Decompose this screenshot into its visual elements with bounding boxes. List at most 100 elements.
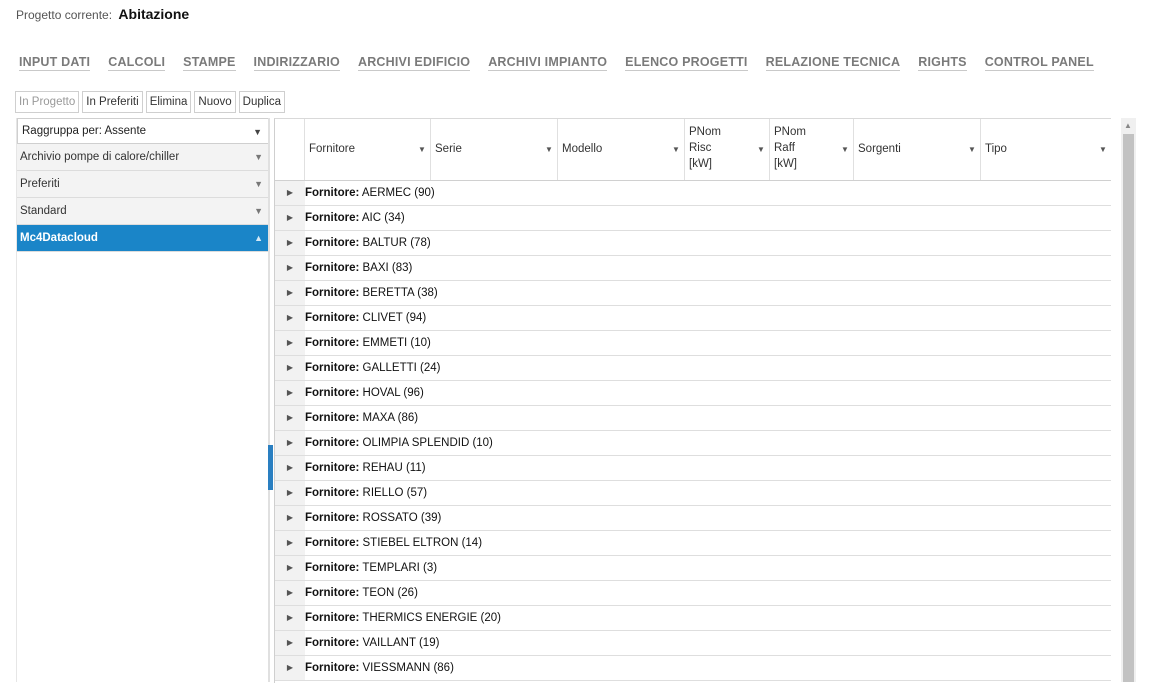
col-fornitore[interactable]: Fornitore ▼ [305,119,431,180]
col-modello[interactable]: Modello ▼ [558,119,685,180]
group-row[interactable]: ▶ Fornitore: VAILLANT (19) [275,631,1111,656]
filter-dropdown-icon[interactable]: ▼ [1095,119,1111,180]
action-toolbar: In Progetto In Preferiti Elimina Nuovo D… [15,91,286,113]
menu-archivi-impianto[interactable]: ARCHIVI IMPIANTO [488,55,608,71]
col-sorgenti[interactable]: Sorgenti ▼ [854,119,981,180]
expand-arrow-icon[interactable]: ▶ [275,531,305,555]
group-row[interactable]: ▶ Fornitore: OLIMPIA SPLENDID (10) [275,431,1111,456]
scroll-up-icon[interactable]: ▲ [1124,121,1132,130]
group-row-label: Fornitore: TEON (26) [305,587,418,599]
col-sorgenti-label: Sorgenti [858,143,901,155]
filter-dropdown-icon[interactable]: ▼ [541,119,557,180]
group-row[interactable]: ▶ Fornitore: BALTUR (78) [275,231,1111,256]
filter-dropdown-icon[interactable]: ▼ [837,119,853,180]
group-row[interactable]: ▶ Fornitore: BAXI (83) [275,256,1111,281]
group-row-label: Fornitore: EMMETI (10) [305,337,431,349]
catalog-grid: Fornitore ▼ Serie ▼ Modello ▼ PNom Risc [k… [274,118,1111,683]
expand-arrow-icon[interactable]: ▶ [275,181,305,205]
group-row[interactable]: ▶ Fornitore: STIEBEL ELTRON (14) [275,531,1111,556]
nuovo-button[interactable]: Nuovo [194,91,236,113]
splitter-handle[interactable] [268,445,273,490]
group-row[interactable]: ▶ Fornitore: BERETTA (38) [275,281,1111,306]
accordion-item-standard[interactable]: Standard ▼ [17,198,269,225]
expand-arrow-icon[interactable]: ▶ [275,631,305,655]
col-tipo-label: Tipo [985,143,1007,155]
menu-input-dati[interactable]: INPUT DATI [19,55,91,71]
vertical-scrollbar[interactable]: ▲ [1121,118,1136,682]
col-modello-label: Modello [562,143,603,155]
expand-column-header [275,119,305,180]
chevron-down-icon: ▼ [254,179,263,189]
group-row[interactable]: ▶ Fornitore: HOVAL (96) [275,381,1111,406]
expand-arrow-icon[interactable]: ▶ [275,581,305,605]
chevron-down-icon: ▼ [253,127,262,137]
menu-stampe[interactable]: STAMPE [183,55,236,71]
group-row-label: Fornitore: BAXI (83) [305,262,413,274]
current-project: Progetto corrente: Abitazione [16,6,189,22]
group-row[interactable]: ▶ Fornitore: GALLETTI (24) [275,356,1111,381]
col-pnom-risc[interactable]: PNom Risc [kW] ▼ [685,119,770,180]
group-row[interactable]: ▶ Fornitore: CLIVET (94) [275,306,1111,331]
in-preferiti-button[interactable]: In Preferiti [82,91,143,113]
filter-dropdown-icon[interactable]: ▼ [964,119,980,180]
group-row[interactable]: ▶ Fornitore: REHAU (11) [275,456,1111,481]
group-row[interactable]: ▶ Fornitore: VIESSMANN (86) [275,656,1111,681]
accordion-item-label: Mc4Datacloud [20,232,98,244]
expand-arrow-icon[interactable]: ▶ [275,556,305,580]
group-row[interactable]: ▶ Fornitore: AIC (34) [275,206,1111,231]
accordion-item-preferiti[interactable]: Preferiti ▼ [17,171,269,198]
accordion-item-archivio[interactable]: Archivio pompe di calore/chiller ▼ [17,144,269,171]
expand-arrow-icon[interactable]: ▶ [275,406,305,430]
grid-body: ▶ Fornitore: AERMEC (90) ▶ Fornitore: AIC (… [275,181,1111,681]
archive-panel: Raggruppa per: Assente ▼ Archivio pompe … [16,118,269,682]
menu-control-panel[interactable]: CONTROL PANEL [984,55,1094,71]
group-by-value: Raggruppa per: Assente [22,125,147,137]
group-row[interactable]: ▶ Fornitore: TEON (26) [275,581,1111,606]
accordion-item-mc4datacloud[interactable]: Mc4Datacloud ▲ [17,225,269,252]
group-row[interactable]: ▶ Fornitore: MAXA (86) [275,406,1111,431]
filter-dropdown-icon[interactable]: ▼ [753,119,769,180]
menu-indirizzario[interactable]: INDIRIZZARIO [253,55,340,71]
group-row[interactable]: ▶ Fornitore: ROSSATO (39) [275,506,1111,531]
scrollbar-thumb[interactable] [1123,134,1134,682]
menu-elenco-progetti[interactable]: ELENCO PROGETTI [625,55,748,71]
expand-arrow-icon[interactable]: ▶ [275,356,305,380]
filter-dropdown-icon[interactable]: ▼ [414,119,430,180]
menu-archivi-edificio[interactable]: ARCHIVI EDIFICIO [357,55,471,71]
group-row[interactable]: ▶ Fornitore: TEMPLARI (3) [275,556,1111,581]
expand-arrow-icon[interactable]: ▶ [275,331,305,355]
group-row[interactable]: ▶ Fornitore: RIELLO (57) [275,481,1111,506]
group-row-label: Fornitore: BALTUR (78) [305,237,431,249]
group-row[interactable]: ▶ Fornitore: EMMETI (10) [275,331,1111,356]
expand-arrow-icon[interactable]: ▶ [275,256,305,280]
col-tipo[interactable]: Tipo ▼ [981,119,1111,180]
panel-splitter[interactable] [268,118,270,682]
accordion-item-label: Archivio pompe di calore/chiller [20,151,180,163]
group-by-select[interactable]: Raggruppa per: Assente ▼ [17,118,269,144]
expand-arrow-icon[interactable]: ▶ [275,281,305,305]
group-row-label: Fornitore: REHAU (11) [305,462,426,474]
expand-arrow-icon[interactable]: ▶ [275,231,305,255]
duplica-button[interactable]: Duplica [238,91,286,113]
col-pnom-raff[interactable]: PNom Raff [kW] ▼ [770,119,854,180]
expand-arrow-icon[interactable]: ▶ [275,606,305,630]
expand-arrow-icon[interactable]: ▶ [275,306,305,330]
group-row[interactable]: ▶ Fornitore: AERMEC (90) [275,181,1111,206]
menu-calcoli[interactable]: CALCOLI [108,55,166,71]
elimina-button[interactable]: Elimina [145,91,192,113]
expand-arrow-icon[interactable]: ▶ [275,206,305,230]
group-row-label: Fornitore: STIEBEL ELTRON (14) [305,537,483,549]
main-menu: INPUT DATI CALCOLI STAMPE INDIRIZZARIO A… [19,55,1094,71]
group-row[interactable]: ▶ Fornitore: THERMICS ENERGIE (20) [275,606,1111,631]
expand-arrow-icon[interactable]: ▶ [275,481,305,505]
filter-dropdown-icon[interactable]: ▼ [668,119,684,180]
menu-rights[interactable]: RIGHTS [918,55,967,71]
col-serie[interactable]: Serie ▼ [431,119,558,180]
expand-arrow-icon[interactable]: ▶ [275,381,305,405]
in-progetto-button[interactable]: In Progetto [15,91,80,113]
expand-arrow-icon[interactable]: ▶ [275,506,305,530]
expand-arrow-icon[interactable]: ▶ [275,431,305,455]
menu-relazione-tecnica[interactable]: RELAZIONE TECNICA [765,55,901,71]
expand-arrow-icon[interactable]: ▶ [275,456,305,480]
expand-arrow-icon[interactable]: ▶ [275,656,305,680]
